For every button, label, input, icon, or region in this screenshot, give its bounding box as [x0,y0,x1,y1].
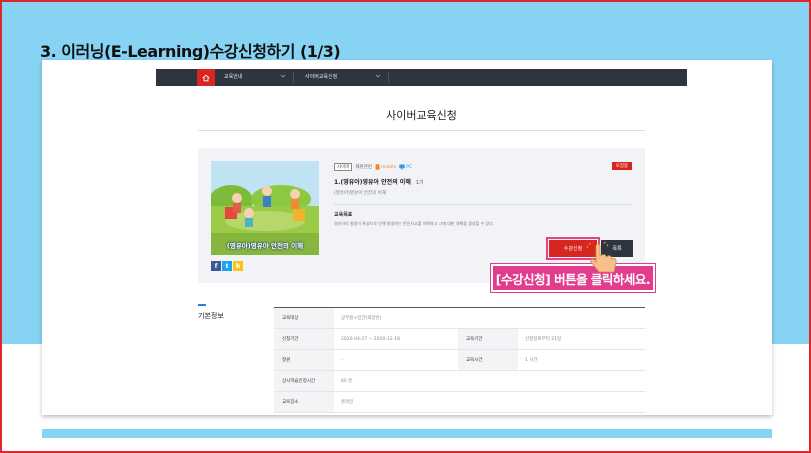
device-mobile: mobile [375,164,396,170]
course-meta: 사이버 재원관련 mobile PC [334,163,412,171]
table-cell: 60 분 [341,379,353,384]
course-subtitle: (영유아)영유아 안전의 이해 [334,191,386,196]
home-button[interactable] [197,69,215,86]
basic-info-table: 교육대상 공무원+민간(희망반) 신청기간 2020-04-27 ~ 2020-… [274,307,645,413]
chevron-down-icon[interactable] [375,73,381,79]
screenshot-card: 교육안내 사이버교육신청 사이버교육신청 (영유아)영유아 안전의 이해 f t… [42,60,772,415]
mobile-icon [375,164,380,170]
title-divider [198,130,645,131]
table-header-cell: 상시학습인정시간 [274,371,334,391]
category-badge: 사이버 [334,163,353,171]
table-row: 신청기간 2020-04-27 ~ 2020-12-18 교육기간 신청일로부터… [274,329,645,350]
course-card: (영유아)영유아 안전의 이해 f t b 사이버 재원관련 mobile PC… [198,148,645,283]
table-row: 교육장소 온라인 [274,392,645,413]
thumbnail-caption: (영유아)영유아 안전의 이해 [226,242,304,250]
home-icon [202,74,210,81]
section-marker [198,304,206,306]
twitter-icon[interactable]: t [222,261,232,271]
goal-text: 영유아의 발달이 특성으로 인해 발생하는 안전사고를 이해하고 그에 대한 대… [334,221,495,226]
share-buttons: f t b [211,261,243,271]
goal-label: 교육목표 [334,212,353,218]
table-cell: 1 시간 [525,358,538,363]
course-type: 재원관련 [355,165,372,170]
section-title: 기본정보 [198,312,224,320]
course-thumbnail: (영유아)영유아 안전의 이해 [211,161,319,255]
table-header-cell: 신청기간 [274,329,334,349]
instruction-callout: [수강신청] 버튼을 클릭하세요. [490,263,656,293]
nav-item-education-info[interactable]: 교육안내 [224,73,242,80]
website-screenshot: 교육안내 사이버교육신청 사이버교육신청 (영유아)영유아 안전의 이해 f t… [156,69,687,413]
table-cell: 2020-04-27 ~ 2020-12-18 [341,336,400,342]
table-cell: 온라인 [341,400,354,405]
status-badge: 모집중 [611,162,632,170]
slide-heading: 3. 이러닝(E-Learning)수강신청하기 (1/3) [40,42,341,61]
table-row: 정원 - 교육시간 1 시간 [274,350,645,371]
monitor-icon [399,164,405,170]
course-title: 1.(영유아)영유아 안전의 이해 1기 [334,179,424,186]
table-header-cell: 교육장소 [274,392,334,412]
table-row: 교육대상 공무원+민간(희망반) [274,308,645,329]
nav-divider [388,72,389,83]
device-pc: PC [399,164,412,170]
background-bottom-stripe [42,429,772,438]
table-row: 상시학습인정시간 60 분 [274,371,645,392]
course-term: 1기 [415,180,424,186]
nav-divider [293,72,294,83]
table-cell: - [341,357,343,363]
table-header-cell: 교육기간 [458,329,518,349]
table-header-cell: 교육시간 [458,350,518,370]
top-navigation: 교육안내 사이버교육신청 [156,69,687,86]
page-title: 사이버교육신청 [386,109,457,122]
slide-frame: 3. 이러닝(E-Learning)수강신청하기 (1/3) 교육안내 사이버교… [0,0,811,453]
table-header-cell: 교육대상 [274,308,334,328]
nav-item-cyber-education[interactable]: 사이버교육신청 [305,73,337,80]
info-divider [334,204,632,205]
facebook-icon[interactable]: f [211,261,221,271]
chevron-down-icon[interactable] [280,73,286,79]
blog-icon[interactable]: b [233,261,243,271]
hand-pointer-icon [586,242,617,273]
table-cell: 신청일로부터 21일 [525,337,562,342]
table-header-cell: 정원 [274,350,334,370]
table-cell: 공무원+민간(희망반) [341,316,382,321]
